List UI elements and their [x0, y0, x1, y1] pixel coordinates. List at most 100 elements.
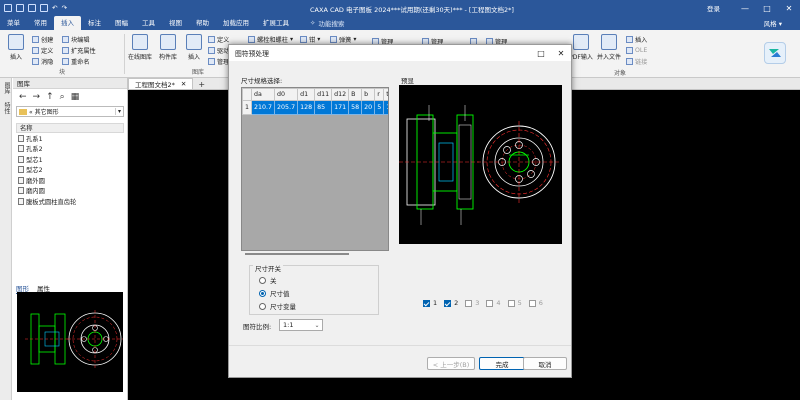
list-item[interactable]: 孔系2 — [16, 144, 124, 155]
function-search[interactable]: ✧ 功能搜索 — [310, 16, 344, 30]
view-checkbox-4[interactable]: 4 — [486, 299, 501, 307]
tab-menu[interactable]: 菜单 — [0, 16, 27, 30]
link-button[interactable]: 链接 — [626, 56, 647, 66]
open-file-icon[interactable] — [16, 4, 24, 12]
table-horizontal-scrollbar[interactable] — [243, 253, 387, 257]
table-cell[interactable]: 171 — [331, 100, 350, 115]
chevron-down-icon[interactable]: ▾ — [115, 108, 123, 115]
column-header[interactable]: B — [348, 88, 363, 101]
undo-icon[interactable]: ↶ — [52, 4, 57, 12]
tab-view[interactable]: 视图 — [162, 16, 189, 30]
library-path-bar[interactable]: « 其它图形 ▾ — [16, 106, 124, 117]
column-header[interactable]: d11 — [314, 88, 333, 101]
view-checkbox-3[interactable]: 3 — [465, 299, 479, 307]
tab-tools[interactable]: 工具 — [135, 16, 162, 30]
minimize-button[interactable]: — — [734, 0, 756, 16]
close-button[interactable]: ✕ — [778, 0, 800, 16]
block-erase-button[interactable]: 消隐 — [32, 56, 53, 66]
checkbox-unchecked[interactable] — [486, 299, 494, 307]
new-tab-button[interactable]: + — [193, 80, 210, 89]
list-item[interactable]: 型芯2 — [16, 165, 124, 176]
radio-dimension-variable[interactable]: 尺寸变量 — [259, 301, 296, 311]
up-arrow-icon[interactable]: ↑ — [46, 92, 54, 102]
dialog-close-button[interactable]: ✕ — [551, 49, 571, 58]
table-cell[interactable]: 210.7 — [251, 100, 276, 115]
list-item[interactable]: 腹板式圆柱直齿轮 — [16, 196, 124, 207]
tab-help[interactable]: 帮助 — [189, 16, 216, 30]
radio-circle[interactable] — [259, 302, 266, 310]
list-item[interactable]: 孔系1 — [16, 133, 124, 144]
view-checkbox-5[interactable]: 5 — [507, 299, 522, 307]
scrollbar-thumb[interactable] — [245, 253, 349, 255]
column-header[interactable]: da — [251, 88, 276, 101]
document-tab[interactable]: 工程图文档2* ✕ — [128, 78, 194, 89]
checkbox-unchecked[interactable] — [465, 299, 473, 307]
insert-block-button[interactable]: 插入 — [4, 34, 28, 61]
tab-extensions[interactable]: 扩展工具 — [256, 16, 296, 30]
block-rename-button[interactable]: 重命名 — [62, 56, 90, 66]
table-cell[interactable]: 128 — [297, 100, 316, 115]
login-link[interactable]: 登录 — [707, 3, 720, 13]
spec-table[interactable]: da d0 d1 d11 d12 B b r t d 1 210.7 205.7 — [241, 87, 389, 251]
table-row[interactable]: 1 210.7 205.7 128 85 171 58 20 5 14 50 — [242, 100, 388, 115]
block-ext-attr-button[interactable]: 扩充属性 — [62, 45, 96, 55]
component-library-button[interactable]: 构件库 — [156, 34, 180, 61]
vtab-properties[interactable]: 特性 — [0, 98, 13, 118]
list-item[interactable]: 型芯1 — [16, 154, 124, 165]
dialog-maximize-button[interactable]: □ — [531, 49, 551, 58]
forward-arrow-icon[interactable]: → — [33, 92, 41, 102]
block-create-button[interactable]: 创建 — [32, 34, 53, 44]
list-item[interactable]: 磨外圆 — [16, 175, 124, 186]
cancel-button[interactable]: 取消 — [523, 357, 567, 370]
checkbox-checked[interactable] — [423, 299, 430, 307]
tab-addins[interactable]: 加载应用 — [216, 16, 256, 30]
back-arrow-icon[interactable]: ← — [19, 92, 27, 102]
column-header[interactable]: d1 — [297, 88, 316, 101]
app-menu-icon[interactable] — [4, 4, 12, 12]
library-define-button[interactable]: 定义 — [208, 34, 229, 44]
radio-circle-selected[interactable] — [259, 289, 266, 297]
column-header[interactable]: t — [383, 88, 388, 101]
redo-icon[interactable]: ↷ — [61, 4, 66, 12]
symbol-scale-select[interactable]: 1:1 ⌄ — [279, 319, 323, 331]
search-icon[interactable]: ⌕ — [60, 92, 65, 102]
vtab-library[interactable]: 图库 — [0, 78, 13, 98]
column-header[interactable]: d0 — [274, 88, 299, 101]
print-icon[interactable] — [40, 4, 48, 12]
library-insert-button[interactable]: 插入 — [182, 34, 206, 61]
list-item[interactable]: 磨内圆 — [16, 186, 124, 197]
online-library-button[interactable]: 在线图库 — [128, 34, 152, 61]
checkbox-checked[interactable] — [444, 299, 452, 307]
radio-dimension-value[interactable]: 尺寸值 — [259, 288, 290, 298]
checkbox-unchecked[interactable] — [528, 299, 536, 307]
block-edit-button[interactable]: 块编辑 — [62, 34, 90, 44]
table-cell[interactable]: 5 — [374, 100, 385, 115]
tab-sheet[interactable]: 图幅 — [108, 16, 135, 30]
checkbox-unchecked[interactable] — [507, 299, 515, 307]
view-checkbox-1[interactable]: 1 — [423, 299, 437, 307]
tab-insert[interactable]: 插入 — [54, 16, 81, 30]
tab-annotate[interactable]: 标注 — [81, 16, 108, 30]
finish-button[interactable]: 完成 — [479, 357, 525, 370]
object-insert-button[interactable]: 插入 — [626, 34, 647, 44]
pin-button[interactable]: 钳 ▾ — [300, 34, 320, 44]
table-cell[interactable]: 20 — [361, 100, 376, 115]
save-icon[interactable] — [28, 4, 36, 12]
grid-view-icon[interactable]: ▦ — [71, 92, 80, 102]
table-cell[interactable]: 85 — [314, 100, 333, 115]
column-header[interactable]: b — [361, 88, 376, 101]
block-define-button[interactable]: 定义 — [32, 45, 53, 55]
style-menu[interactable]: 风格 ▾ — [764, 18, 782, 28]
tab-common[interactable]: 常用 — [27, 16, 54, 30]
view-checkbox-6[interactable]: 6 — [528, 299, 543, 307]
radio-circle[interactable] — [259, 276, 266, 284]
previous-step-button[interactable]: < 上一步(B) — [427, 357, 475, 370]
bolt-button[interactable]: 螺栓和螺柱 ▾ — [248, 34, 293, 44]
column-header[interactable]: r — [374, 88, 385, 101]
table-cell[interactable]: 205.7 — [274, 100, 299, 115]
maximize-button[interactable]: □ — [756, 0, 778, 16]
column-header[interactable]: d12 — [331, 88, 350, 101]
radio-dimension-off[interactable]: 关 — [259, 275, 277, 285]
column-header-name[interactable]: 名称 — [16, 123, 124, 133]
table-cell[interactable]: 14 — [383, 100, 388, 115]
